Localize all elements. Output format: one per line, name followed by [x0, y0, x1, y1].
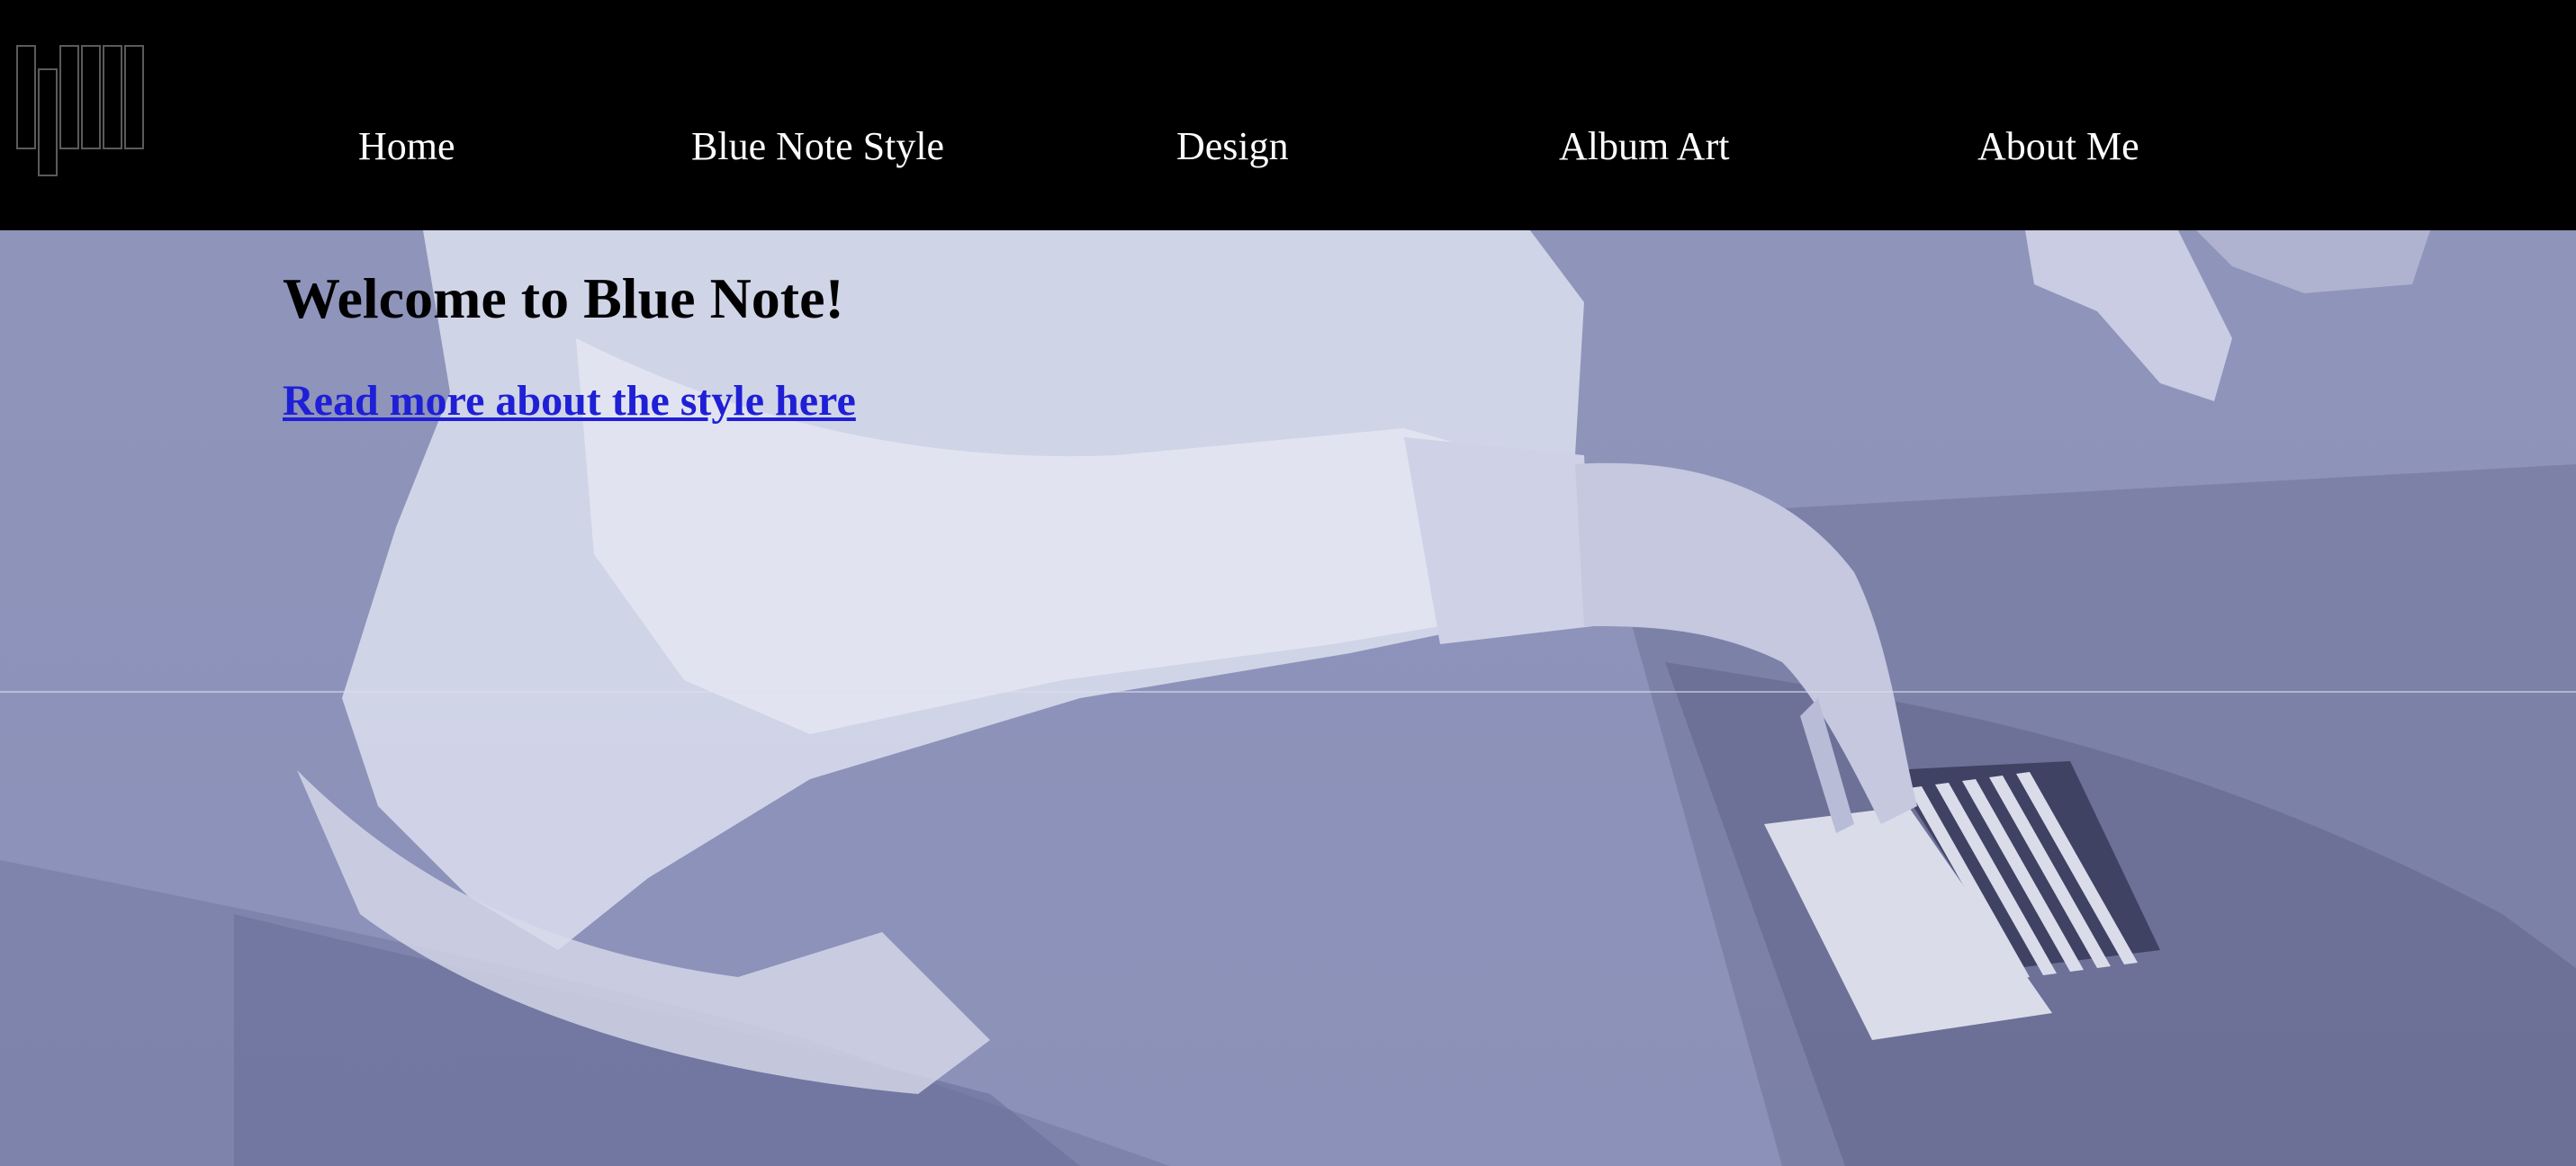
- top-navbar: Home Blue Note Style Design Album Art Ab…: [0, 0, 2576, 230]
- hero-divider: [0, 691, 2576, 693]
- nav-item-blue-note-style[interactable]: Blue Note Style: [691, 117, 944, 176]
- nav-item-design[interactable]: Design: [1176, 117, 1289, 176]
- nav-item-home[interactable]: Home: [358, 117, 455, 176]
- main-nav: Home Blue Note Style Design Album Art Ab…: [0, 117, 2576, 176]
- page-title: Welcome to Blue Note!: [283, 266, 844, 330]
- read-more-link[interactable]: Read more about the style here: [283, 363, 856, 439]
- nav-item-about-me[interactable]: About Me: [1977, 117, 2139, 176]
- nav-item-album-art[interactable]: Album Art: [1559, 117, 1729, 176]
